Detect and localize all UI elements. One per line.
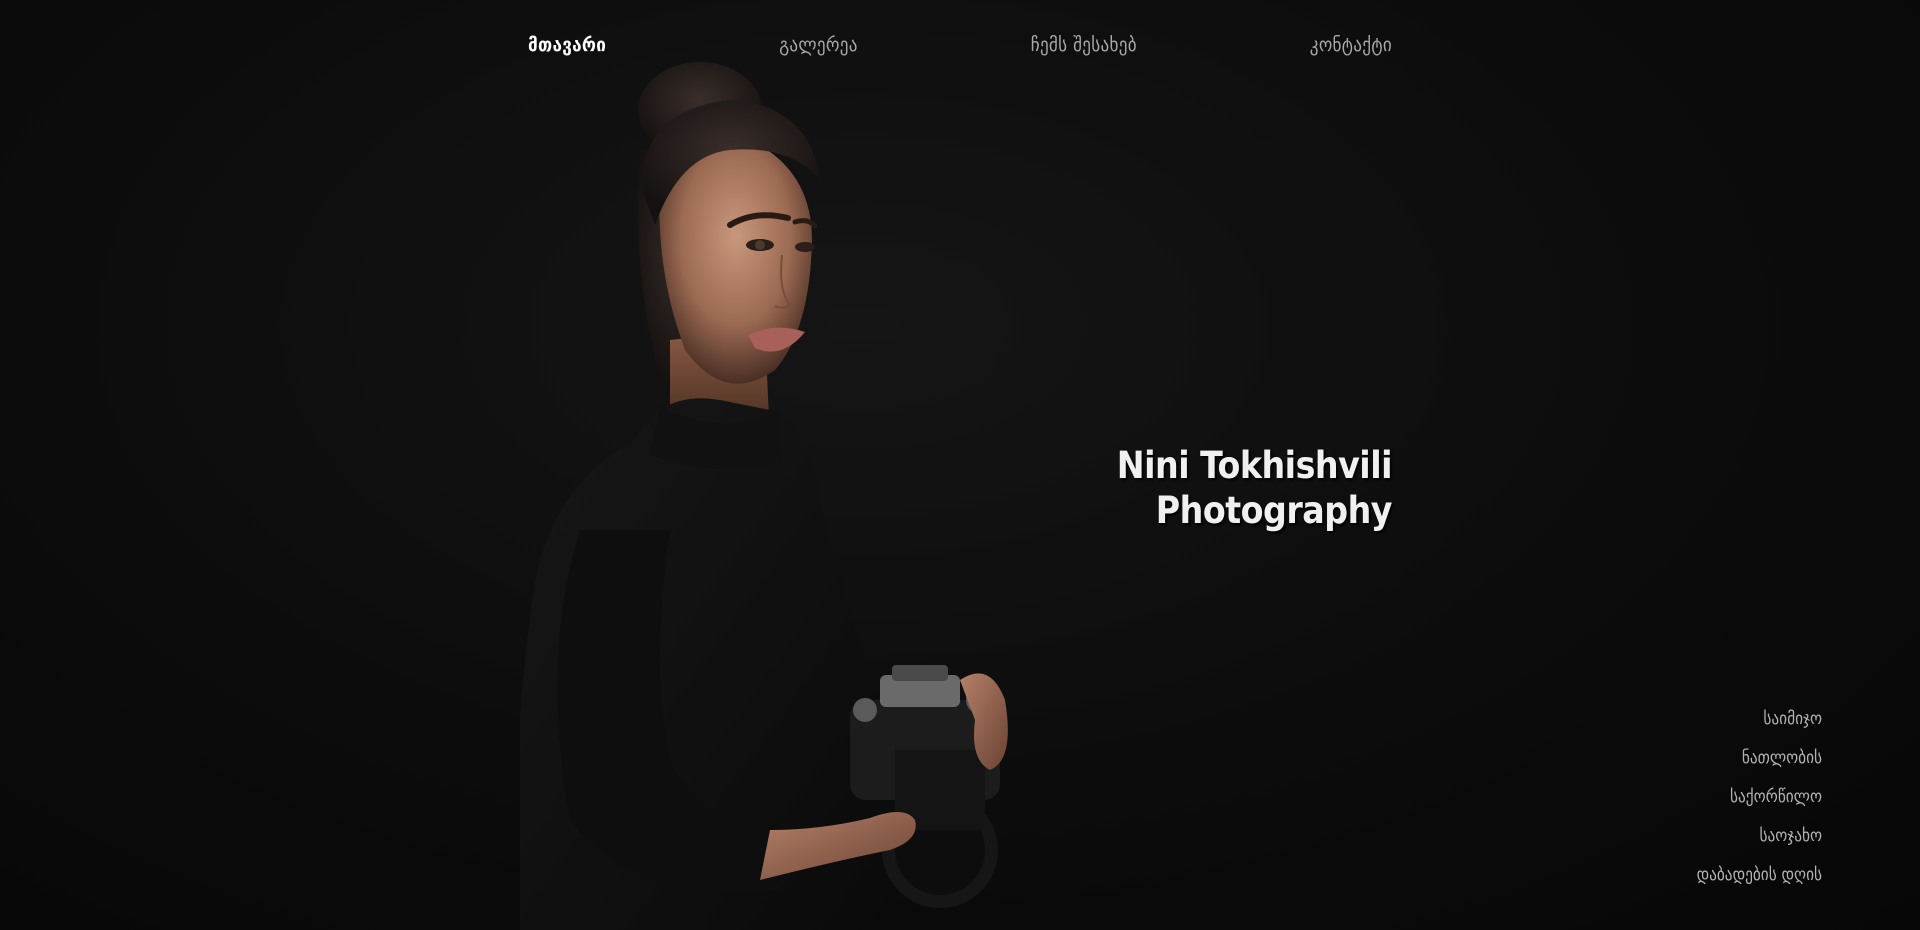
page-background: მთავარი გალერეა ჩემს შესახებ კონტაქტი Ni… [0,0,1920,930]
nav-link-gallery[interactable]: გალერეა [779,34,858,56]
hero-title-line-photography: Photography [1155,488,1393,532]
category-item-baptism[interactable]: ნათლობის [1697,739,1822,778]
hero-portrait-image [520,62,1008,930]
category-item-wedding[interactable]: საქორწილო [1697,778,1822,817]
nav-link-home[interactable]: მთავარი [528,34,606,56]
category-list: საიმიჯო ნათლობის საქორწილო საოჯახო დაბად… [1697,700,1822,895]
hero-title-line-name: Nini Tokhishvili [1116,443,1393,487]
category-item-birthday[interactable]: დაბადების დღის [1697,856,1822,895]
category-item-family[interactable]: საოჯახო [1697,817,1822,856]
nav-link-about[interactable]: ჩემს შესახებ [1031,34,1137,56]
hero-title: Nini Tokhishvili Photography [1116,443,1393,533]
category-item-portrait[interactable]: საიმიჯო [1697,700,1822,739]
main-navigation: მთავარი გალერეა ჩემს შესახებ კონტაქტი [528,30,1392,60]
nav-link-contact[interactable]: კონტაქტი [1310,34,1392,56]
